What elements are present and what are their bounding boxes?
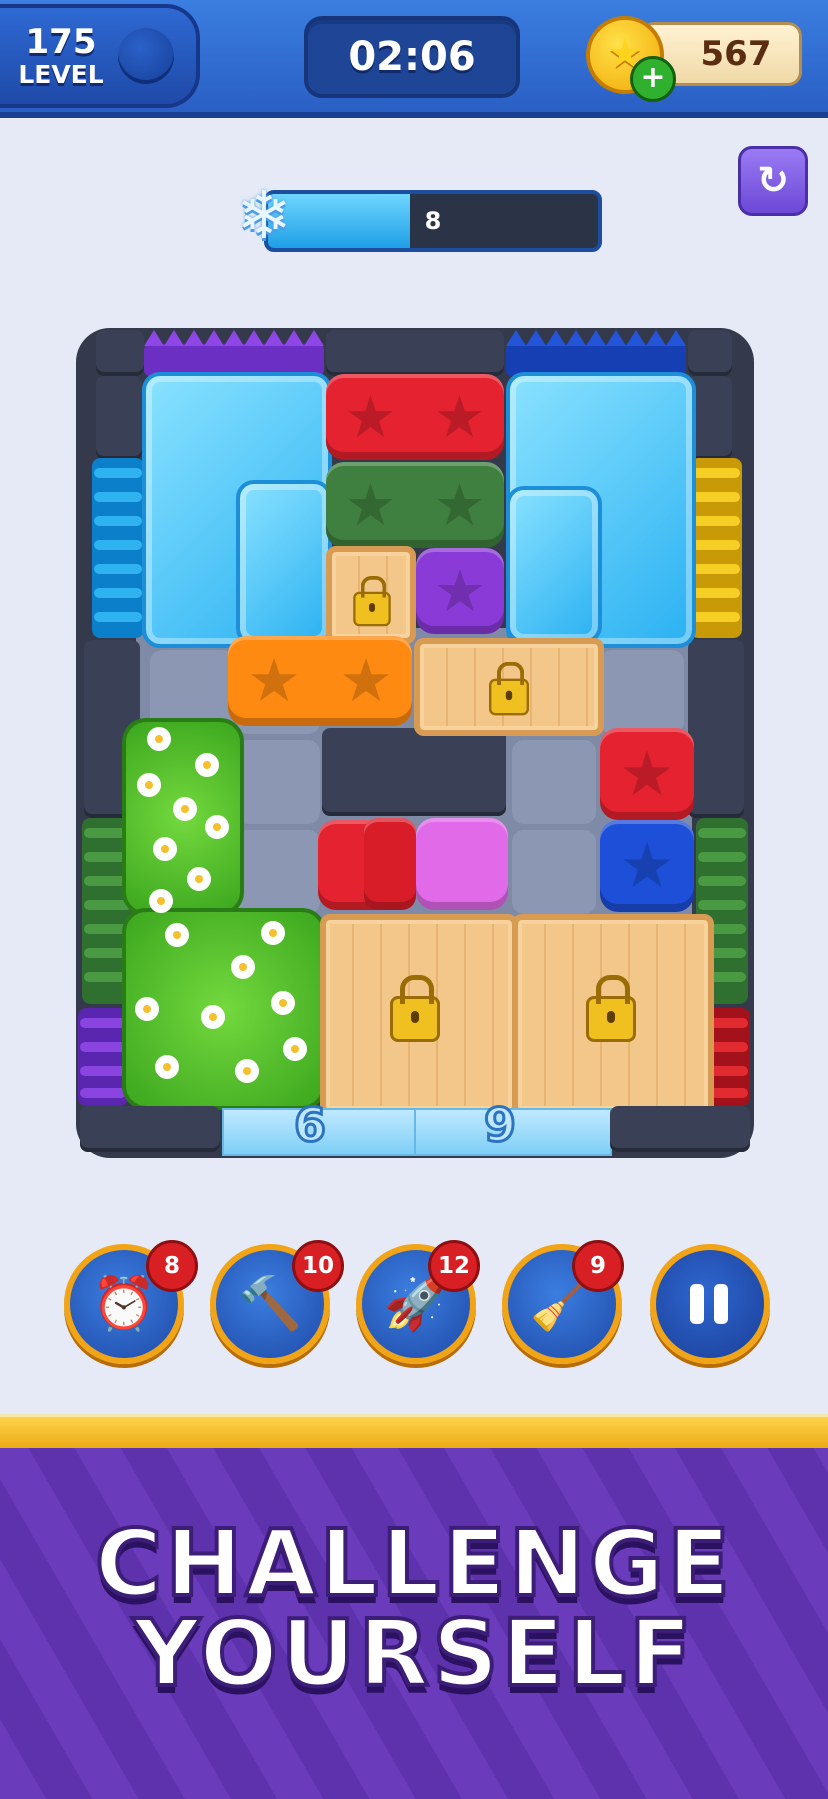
flower bbox=[274, 994, 292, 1012]
flower bbox=[152, 892, 170, 910]
banner-line-2: YOURSELF bbox=[131, 1598, 695, 1709]
promo-banner: CHALLENGE YOURSELF bbox=[0, 1448, 828, 1799]
flower bbox=[176, 800, 194, 818]
green-block[interactable]: ★ ★ bbox=[326, 462, 504, 548]
flower bbox=[140, 776, 158, 794]
exit-counter: 9 bbox=[482, 1097, 517, 1154]
snowflake-icon: ❄ bbox=[236, 177, 292, 254]
booster-count: 10 bbox=[292, 1240, 344, 1292]
red-block-piece[interactable] bbox=[364, 818, 416, 910]
wall-block bbox=[326, 330, 504, 376]
level-badge: 175 LEVEL bbox=[0, 4, 200, 108]
flower bbox=[264, 924, 282, 942]
level-knob bbox=[118, 28, 174, 84]
freeze-meter: 8 bbox=[264, 190, 602, 252]
yellow-spring-gate bbox=[690, 458, 742, 638]
booster-count: 8 bbox=[146, 1240, 198, 1292]
orange-block[interactable]: ★ ★ bbox=[228, 636, 412, 726]
flower bbox=[234, 958, 252, 976]
coin-count: 567 bbox=[700, 34, 772, 74]
locked-crate[interactable] bbox=[326, 546, 416, 644]
purple-spring-gate bbox=[78, 1008, 128, 1106]
locked-crate[interactable] bbox=[414, 638, 604, 736]
cyan-spring-gate bbox=[92, 458, 144, 638]
floor-cell bbox=[512, 740, 596, 824]
booster-count: 9 bbox=[572, 1240, 624, 1292]
restart-icon: ↻ bbox=[757, 158, 789, 202]
level-label: LEVEL bbox=[18, 60, 104, 89]
wall-block-center bbox=[322, 728, 506, 816]
booster-count: 12 bbox=[428, 1240, 480, 1292]
exit-counter: 6 bbox=[292, 1097, 327, 1154]
wall-block bbox=[688, 330, 732, 376]
blue-spike-gate bbox=[506, 330, 686, 376]
floor-cell bbox=[236, 740, 320, 824]
top-bar: 175 LEVEL 02:06 567 ★ + bbox=[0, 0, 828, 118]
red-block[interactable]: ★ ★ bbox=[326, 374, 504, 460]
flower bbox=[156, 840, 174, 858]
blue-block[interactable]: ★ bbox=[600, 820, 694, 912]
level-number: 175 bbox=[25, 22, 97, 62]
ice-block[interactable] bbox=[506, 486, 602, 644]
plus-icon[interactable]: + bbox=[630, 56, 676, 102]
pink-block[interactable] bbox=[416, 818, 508, 910]
locked-crate[interactable] bbox=[512, 914, 714, 1116]
floor-cell bbox=[600, 650, 684, 734]
floor-cell bbox=[512, 830, 596, 914]
wall-block bbox=[96, 330, 144, 376]
flower bbox=[208, 818, 226, 836]
red-block[interactable]: ★ bbox=[600, 728, 694, 820]
restart-button[interactable]: ↻ bbox=[738, 146, 808, 216]
flower bbox=[158, 1058, 176, 1076]
flower bbox=[190, 870, 208, 888]
timer: 02:06 bbox=[304, 16, 520, 98]
flower bbox=[198, 756, 216, 774]
locked-crate[interactable] bbox=[320, 914, 518, 1116]
pause-button[interactable] bbox=[650, 1244, 770, 1364]
floor-cell bbox=[236, 830, 320, 914]
flower bbox=[168, 926, 186, 944]
wall-block bbox=[96, 376, 142, 460]
timer-text: 02:06 bbox=[348, 34, 476, 80]
wall-block bbox=[610, 1106, 750, 1152]
flower bbox=[150, 730, 168, 748]
ice-block[interactable] bbox=[236, 480, 332, 646]
flower bbox=[204, 1008, 222, 1026]
flower bbox=[138, 1000, 156, 1018]
freeze-meter-value: 8 bbox=[424, 207, 442, 235]
wall-block bbox=[688, 640, 744, 818]
flower bbox=[238, 1062, 256, 1080]
lock-icon bbox=[353, 576, 391, 627]
lock-icon bbox=[586, 975, 636, 1042]
lock-icon bbox=[390, 975, 440, 1042]
purple-spike-gate bbox=[144, 330, 324, 376]
purple-block[interactable]: ★ bbox=[416, 548, 504, 634]
banner-trim bbox=[0, 1414, 828, 1451]
wall-block bbox=[80, 1106, 220, 1152]
lock-icon bbox=[489, 661, 529, 716]
flower bbox=[286, 1040, 304, 1058]
